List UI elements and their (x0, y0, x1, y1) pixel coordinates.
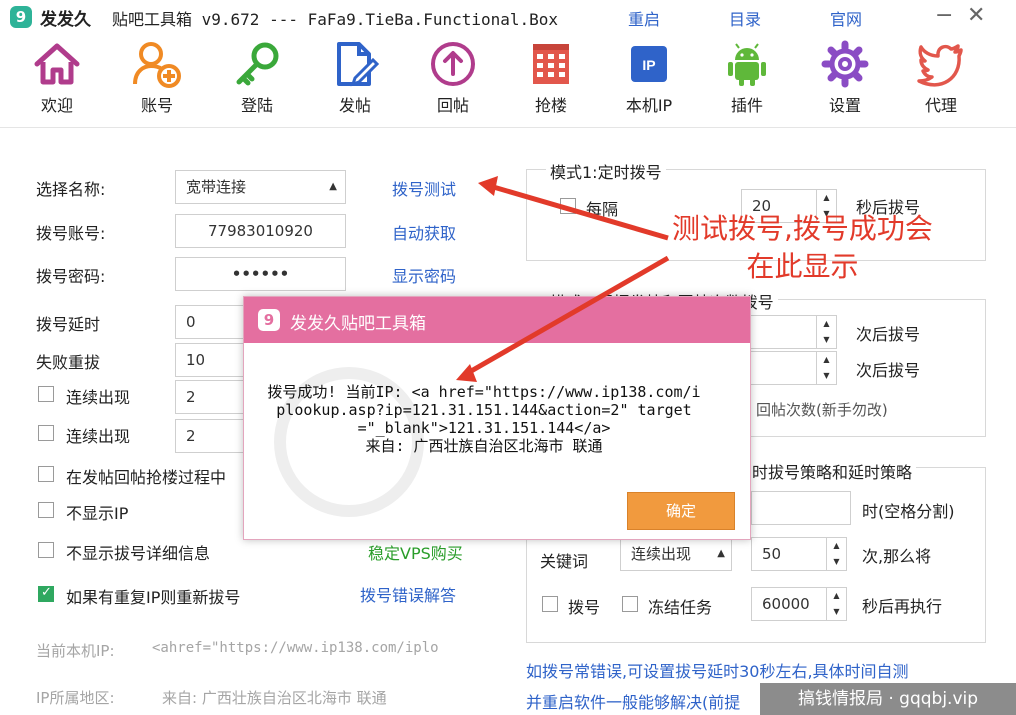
annotation-arrow-line (464, 255, 670, 377)
annotation-arrow-line (489, 183, 669, 241)
annotation-arrows (456, 176, 670, 382)
annotation-arrowhead (478, 176, 498, 196)
watermark-text: 搞钱情报局 · gqqbj.vip (760, 683, 1016, 715)
annotation-text: 测试拨号,拨号成功会 在此显示 (672, 210, 933, 286)
annotation-line-1: 测试拨号,拨号成功会 (672, 212, 933, 245)
annotation-line-2: 在此显示 (746, 250, 859, 283)
